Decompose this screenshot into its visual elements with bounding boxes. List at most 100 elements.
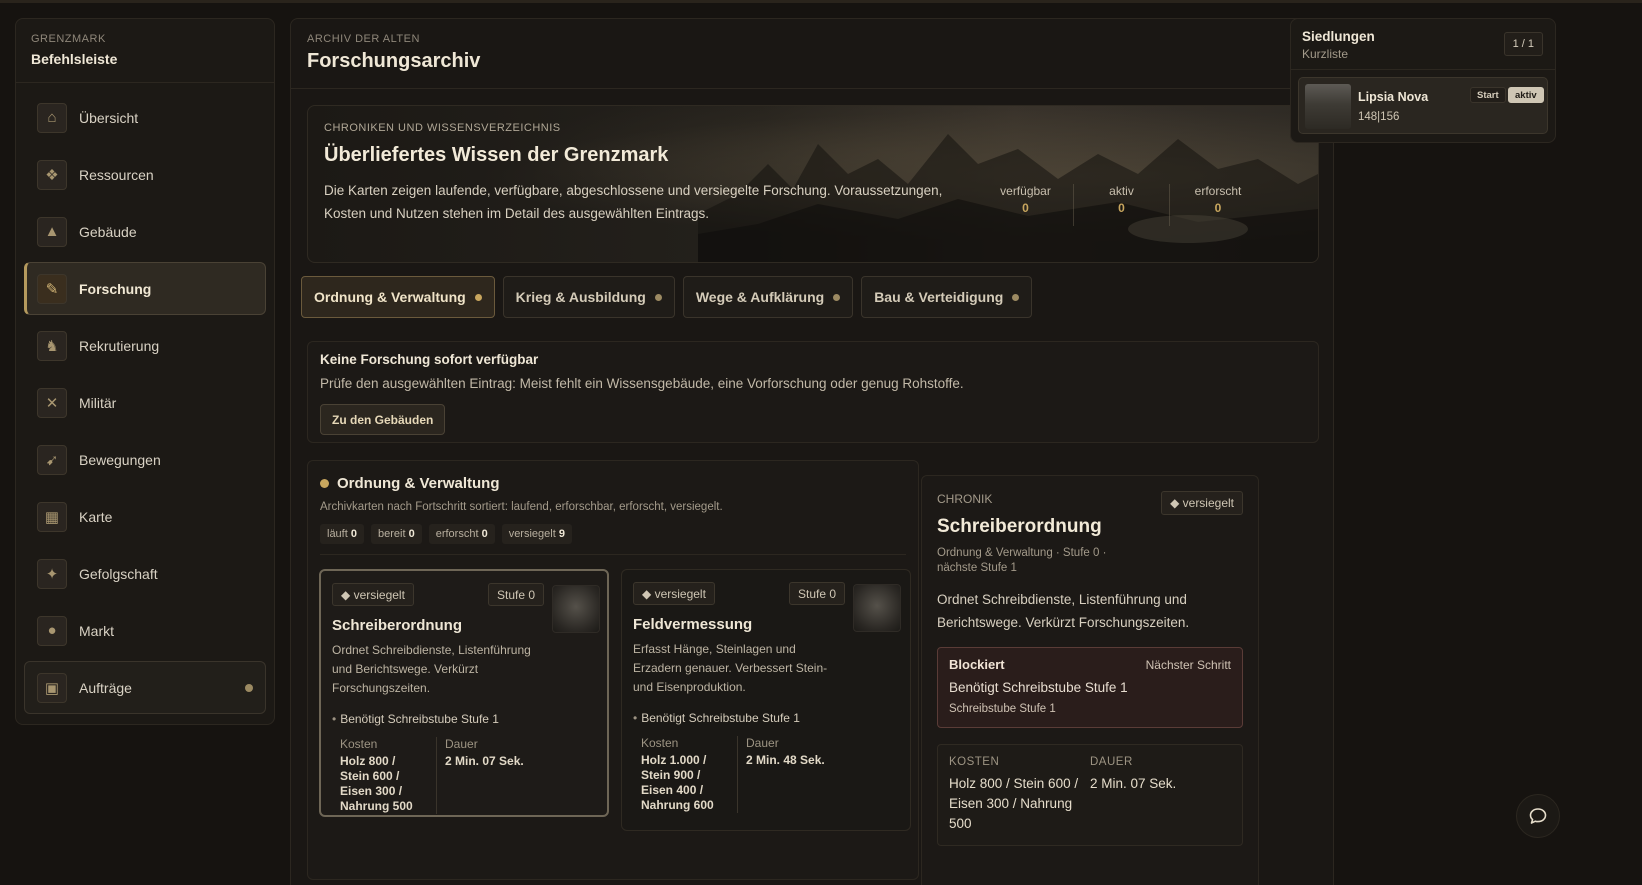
tab-bau-verteidigung[interactable]: Bau & Verteidigung [861, 276, 1033, 318]
blocked-requirement: Benötigt Schreibstube Stufe 1 [949, 680, 1128, 695]
sidebar-item-map[interactable]: ▦ Karte [24, 490, 266, 543]
chip-label: bereit [377, 528, 406, 540]
settlement-card[interactable]: Lipsia Nova 148|156 Start aktiv [1298, 77, 1548, 134]
cost-duration-box: Kosten Holz 800 / Stein 600 / Eisen 300 … [332, 737, 548, 814]
main-header: ARCHIV DER ALTEN Forschungsarchiv [291, 19, 1333, 89]
chip-researched: erforscht 0 [428, 524, 495, 544]
stat-value: 0 [1118, 201, 1125, 215]
sidebar-item-label: Ressourcen [79, 166, 154, 183]
sidebar-item-research[interactable]: ✎ Forschung [24, 262, 266, 315]
chip-label: läuft [327, 528, 348, 540]
cost-label: Kosten [641, 736, 679, 750]
map-icon: ▦ [37, 501, 67, 532]
start-badge[interactable]: Start [1470, 87, 1506, 103]
sidebar-item-label: Forschung [79, 280, 152, 297]
resources-icon: ❖ [37, 159, 67, 190]
sidebar-item-orders[interactable]: ▣ Aufträge [24, 661, 266, 714]
settlement-coordinates: 148|156 [1358, 111, 1400, 123]
sidebar-nav: ⌂ Übersicht ❖ Ressourcen ▲ Gebäude ✎ For… [16, 83, 274, 726]
tab-label: Ordnung & Verwaltung [314, 289, 466, 305]
research-thumbnail [552, 585, 600, 633]
settlements-subtitle: Kurzliste [1302, 47, 1349, 61]
notice-title: Keine Forschung sofort verfügbar [320, 352, 539, 367]
market-icon: ● [37, 615, 67, 646]
research-card-feldvermessung[interactable]: ◆ versiegelt Stufe 0 Feldvermessung Erfa… [621, 569, 911, 831]
sidebar-item-overview[interactable]: ⌂ Übersicht [24, 91, 266, 144]
status-chips: läuft 0 bereit 0 erforscht 0 versiegelt … [308, 513, 918, 544]
notice-text: Prüfe den ausgewählten Eintrag: Meist fe… [320, 376, 964, 391]
tab-dot [1012, 293, 1020, 301]
detail-duration-label: DAUER [1090, 756, 1133, 768]
orders-indicator-dot [245, 683, 253, 692]
detail-cost-box: KOSTEN Holz 800 / Stein 600 / Eisen 300 … [937, 744, 1243, 846]
research-title: Feldvermessung [633, 616, 753, 633]
tab-label: Bau & Verteidigung [874, 289, 1004, 305]
tab-dot [833, 293, 841, 301]
sidebar-item-label: Bewegungen [79, 451, 161, 468]
tab-dot [654, 293, 662, 301]
tab-label: Wege & Aufklärung [695, 289, 825, 305]
sidebar-item-movements[interactable]: ➹ Bewegungen [24, 433, 266, 486]
section-divider [320, 554, 906, 555]
sidebar-item-buildings[interactable]: ▲ Gebäude [24, 205, 266, 258]
stat-label: verfügbar [1000, 184, 1051, 198]
sealed-badge: ◆ versiegelt [332, 583, 414, 606]
level-badge: Stufe 0 [789, 582, 846, 605]
cost-value: Holz 800 / Stein 600 / Eisen 300 / Nahru… [340, 754, 413, 813]
sidebar-item-label: Rekrutierung [79, 337, 160, 354]
sidebar-item-market[interactable]: ● Markt [24, 604, 266, 657]
active-badge: aktiv [1508, 87, 1544, 103]
sidebar-item-label: Gefolgschaft [79, 565, 158, 582]
detail-meta: Ordnung & Verwaltung · Stufe 0 · nächste… [937, 547, 1107, 574]
overview-icon: ⌂ [37, 102, 67, 133]
cost-column: Kosten Holz 800 / Stein 600 / Eisen 300 … [332, 737, 437, 814]
sidebar-item-recruitment[interactable]: ♞ Rekrutierung [24, 319, 266, 372]
command-sidebar: GRENZMARK Befehlsleiste ⌂ Übersicht ❖ Re… [15, 18, 275, 725]
chat-bubble-icon [1529, 808, 1547, 824]
research-requirement: Benötigt Schreibstube Stufe 1 [633, 711, 800, 725]
chip-value: 0 [350, 528, 357, 540]
chip-value: 0 [408, 528, 415, 540]
research-stats: verfügbar 0 aktiv 0 erforscht 0 [978, 184, 1266, 226]
hero-description: Die Karten zeigen laufende, verfügbare, … [324, 183, 943, 221]
tab-krieg-ausbildung[interactable]: Krieg & Ausbildung [502, 276, 675, 318]
movements-icon: ➹ [37, 444, 67, 475]
top-border [0, 0, 1642, 3]
sidebar-item-military[interactable]: ✕ Militär [24, 376, 266, 429]
stat-researched: erforscht 0 [1170, 184, 1266, 226]
research-card-schreiberordnung[interactable]: ◆ versiegelt Stufe 0 Schreiberordnung Or… [319, 569, 609, 817]
tab-ordnung-verwaltung[interactable]: Ordnung & Verwaltung [301, 276, 495, 318]
notice-card: Keine Forschung sofort verfügbar Prüfe d… [307, 341, 1319, 443]
research-archive-panel: ARCHIV DER ALTEN Forschungsarchiv CHRONI… [290, 18, 1334, 885]
duration-label: Dauer [746, 736, 779, 750]
section-header: Ordnung & Verwaltung [308, 461, 918, 492]
cost-column: Kosten Holz 1.000 / Stein 900 / Eisen 40… [633, 736, 738, 813]
chip-value: 0 [481, 528, 488, 540]
settlements-title: Siedlungen [1302, 29, 1375, 44]
stat-label: aktiv [1109, 184, 1134, 198]
research-icon: ✎ [37, 273, 67, 304]
main-eyebrow: ARCHIV DER ALTEN [307, 33, 420, 45]
stat-value: 0 [1022, 201, 1029, 215]
chat-button[interactable] [1516, 794, 1560, 838]
sidebar-item-label: Übersicht [79, 109, 139, 126]
recruitment-icon: ♞ [37, 330, 67, 361]
tab-wege-aufklaerung[interactable]: Wege & Aufklärung [682, 276, 854, 318]
section-subtitle: Archivkarten nach Fortschritt sortiert: … [320, 501, 723, 513]
cost-duration-box: Kosten Holz 1.000 / Stein 900 / Eisen 40… [633, 736, 849, 813]
sidebar-item-resources[interactable]: ❖ Ressourcen [24, 148, 266, 201]
research-requirement: Benötigt Schreibstube Stufe 1 [332, 712, 499, 726]
stat-available: verfügbar 0 [978, 184, 1074, 226]
stat-active: aktiv 0 [1074, 184, 1170, 226]
sidebar-item-following[interactable]: ✦ Gefolgschaft [24, 547, 266, 600]
detail-cost-value: Holz 800 / Stein 600 / Eisen 300 / Nahru… [949, 776, 1079, 831]
stat-value: 0 [1214, 201, 1222, 215]
blocked-notice: Blockiert Nächster Schritt Benötigt Schr… [937, 647, 1243, 728]
chip-running: läuft 0 [320, 524, 364, 544]
sealed-badge: ◆ versiegelt [633, 582, 715, 605]
tab-label: Krieg & Ausbildung [515, 289, 646, 305]
blocked-subtext: Schreibstube Stufe 1 [949, 703, 1056, 715]
go-to-buildings-button[interactable]: Zu den Gebäuden [320, 404, 446, 435]
settlement-thumbnail [1305, 84, 1351, 129]
chip-label: versiegelt [508, 528, 556, 540]
